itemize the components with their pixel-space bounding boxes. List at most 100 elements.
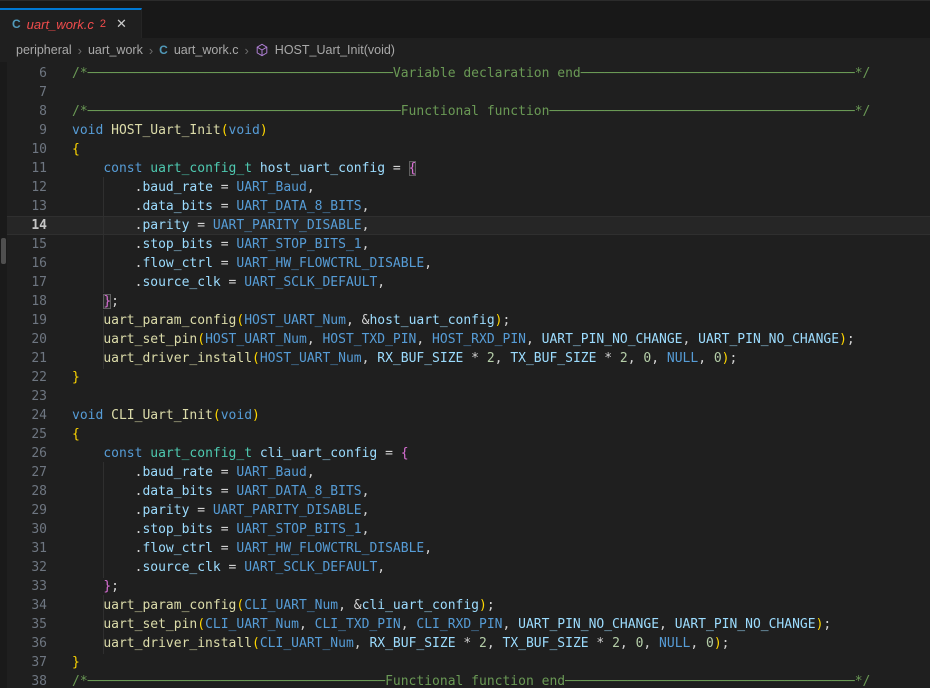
line-number[interactable]: 19 (0, 311, 47, 330)
code-token: baud_rate (142, 180, 212, 195)
code-editor[interactable]: 6/*─────────────────────────────────────… (0, 62, 930, 688)
code-line[interactable]: 22} (0, 368, 930, 387)
line-number[interactable]: 12 (0, 178, 47, 197)
line-number[interactable]: 18 (0, 292, 47, 311)
code-line[interactable]: 33 }; (0, 577, 930, 596)
line-number[interactable]: 23 (0, 387, 47, 406)
line-number[interactable]: 15 (0, 235, 47, 254)
code-area: 6/*─────────────────────────────────────… (0, 64, 930, 688)
line-number[interactable]: 16 (0, 254, 47, 273)
line-number[interactable]: 26 (0, 444, 47, 463)
code-line[interactable]: 19 uart_param_config(HOST_UART_Num, &hos… (0, 311, 930, 330)
line-number[interactable]: 14 (0, 217, 47, 234)
code-line[interactable]: 18 }; (0, 292, 930, 311)
code-line[interactable]: 10{ (0, 140, 930, 159)
line-number[interactable]: 28 (0, 482, 47, 501)
line-number[interactable]: 32 (0, 558, 47, 577)
code-line[interactable]: 35 uart_set_pin(CLI_UART_Num, CLI_TXD_PI… (0, 615, 930, 634)
line-number[interactable]: 30 (0, 520, 47, 539)
code-line[interactable]: 30 .stop_bits = UART_STOP_BITS_1, (0, 520, 930, 539)
method-symbol-icon (255, 43, 269, 57)
code-token: , (698, 351, 714, 366)
code-line[interactable]: 9void HOST_Uart_Init(void) (0, 121, 930, 140)
code-line[interactable]: 13 .data_bits = UART_DATA_8_BITS, (0, 197, 930, 216)
code-line[interactable]: 37} (0, 653, 930, 672)
code-line[interactable]: 34 uart_param_config(CLI_UART_Num, &cli_… (0, 596, 930, 615)
line-number[interactable]: 17 (0, 273, 47, 292)
code-line[interactable]: 38/*────────────────────────────────────… (0, 672, 930, 688)
breadcrumb-item-file[interactable]: uart_work.c (174, 43, 239, 57)
line-number[interactable]: 8 (0, 102, 47, 121)
code-line[interactable]: 8/*─────────────────────────────────────… (0, 102, 930, 121)
close-tab-icon[interactable]: ✕ (116, 16, 127, 32)
line-number[interactable]: 20 (0, 330, 47, 349)
code-token: void (221, 408, 252, 423)
line-number[interactable]: 36 (0, 634, 47, 653)
line-number[interactable]: 10 (0, 140, 47, 159)
code-token: 2 (479, 636, 487, 651)
code-line[interactable]: 11 const uart_config_t host_uart_config … (0, 159, 930, 178)
line-number[interactable]: 34 (0, 596, 47, 615)
code-text: .data_bits = UART_DATA_8_BITS, (72, 482, 930, 501)
line-number[interactable]: 35 (0, 615, 47, 634)
code-line[interactable]: 20 uart_set_pin(HOST_UART_Num, HOST_TXD_… (0, 330, 930, 349)
line-number[interactable]: 37 (0, 653, 47, 672)
scrollbar-thumb[interactable] (1, 238, 6, 264)
line-number[interactable]: 21 (0, 349, 47, 368)
code-line[interactable]: 32 .source_clk = UART_SCLK_DEFAULT, (0, 558, 930, 577)
tab-uart-work[interactable]: C uart_work.c 2 ✕ (0, 8, 142, 38)
code-line[interactable]: 26 const uart_config_t cli_uart_config =… (0, 444, 930, 463)
code-token: ) (714, 636, 722, 651)
line-number[interactable]: 22 (0, 368, 47, 387)
code-line[interactable]: 16 .flow_ctrl = UART_HW_FLOWCTRL_DISABLE… (0, 254, 930, 273)
code-token: 2 (612, 636, 620, 651)
breadcrumb-item-folder[interactable]: peripheral (16, 43, 72, 57)
code-token: , (299, 617, 315, 632)
code-line[interactable]: 15 .stop_bits = UART_STOP_BITS_1, (0, 235, 930, 254)
code-text: .data_bits = UART_DATA_8_BITS, (72, 197, 930, 216)
line-number[interactable]: 27 (0, 463, 47, 482)
code-line[interactable]: 24void CLI_Uart_Init(void) (0, 406, 930, 425)
line-number[interactable]: 33 (0, 577, 47, 596)
line-number[interactable]: 31 (0, 539, 47, 558)
code-line[interactable]: 31 .flow_ctrl = UART_HW_FLOWCTRL_DISABLE… (0, 539, 930, 558)
code-line[interactable]: 28 .data_bits = UART_DATA_8_BITS, (0, 482, 930, 501)
line-number[interactable]: 13 (0, 197, 47, 216)
code-line[interactable]: 36 uart_driver_install(CLI_UART_Num, RX_… (0, 634, 930, 653)
code-token: ) (479, 598, 487, 613)
chevron-right-icon: › (78, 43, 82, 58)
code-token: = (213, 199, 236, 214)
code-line[interactable]: 17 .source_clk = UART_SCLK_DEFAULT, (0, 273, 930, 292)
code-text: uart_set_pin(CLI_UART_Num, CLI_TXD_PIN, … (72, 615, 930, 634)
line-number[interactable]: 7 (0, 83, 47, 102)
code-token: HOST_UART_Num (260, 351, 362, 366)
code-token: cli_uart_config (260, 446, 377, 461)
code-line[interactable]: 25{ (0, 425, 930, 444)
line-number[interactable]: 11 (0, 159, 47, 178)
breadcrumb-item-symbol[interactable]: HOST_Uart_Init(void) (275, 43, 395, 57)
code-line[interactable]: 29 .parity = UART_PARITY_DISABLE, (0, 501, 930, 520)
code-token: , (401, 617, 417, 632)
code-token: uart_driver_install (103, 351, 252, 366)
code-token: . (72, 218, 142, 233)
code-token: ( (197, 617, 205, 632)
breadcrumb-item-subfolder[interactable]: uart_work (88, 43, 143, 57)
code-line[interactable]: 7 (0, 83, 930, 102)
code-line[interactable]: 27 .baud_rate = UART_Baud, (0, 463, 930, 482)
code-line[interactable]: 6/*─────────────────────────────────────… (0, 64, 930, 83)
code-token: flow_ctrl (142, 541, 212, 556)
line-number[interactable]: 6 (0, 64, 47, 83)
code-token: ( (213, 408, 221, 423)
code-line[interactable]: 21 uart_driver_install(HOST_UART_Num, RX… (0, 349, 930, 368)
line-number[interactable]: 24 (0, 406, 47, 425)
code-line[interactable]: 14 .parity = UART_PARITY_DISABLE, (0, 216, 930, 235)
code-token: UART_PIN_NO_CHANGE (675, 617, 816, 632)
code-line[interactable]: 23 (0, 387, 930, 406)
code-token: 2 (620, 351, 628, 366)
line-number[interactable]: 38 (0, 672, 47, 688)
line-number[interactable]: 9 (0, 121, 47, 140)
line-number[interactable]: 25 (0, 425, 47, 444)
code-token: UART_PARITY_DISABLE (213, 218, 362, 233)
code-line[interactable]: 12 .baud_rate = UART_Baud, (0, 178, 930, 197)
line-number[interactable]: 29 (0, 501, 47, 520)
